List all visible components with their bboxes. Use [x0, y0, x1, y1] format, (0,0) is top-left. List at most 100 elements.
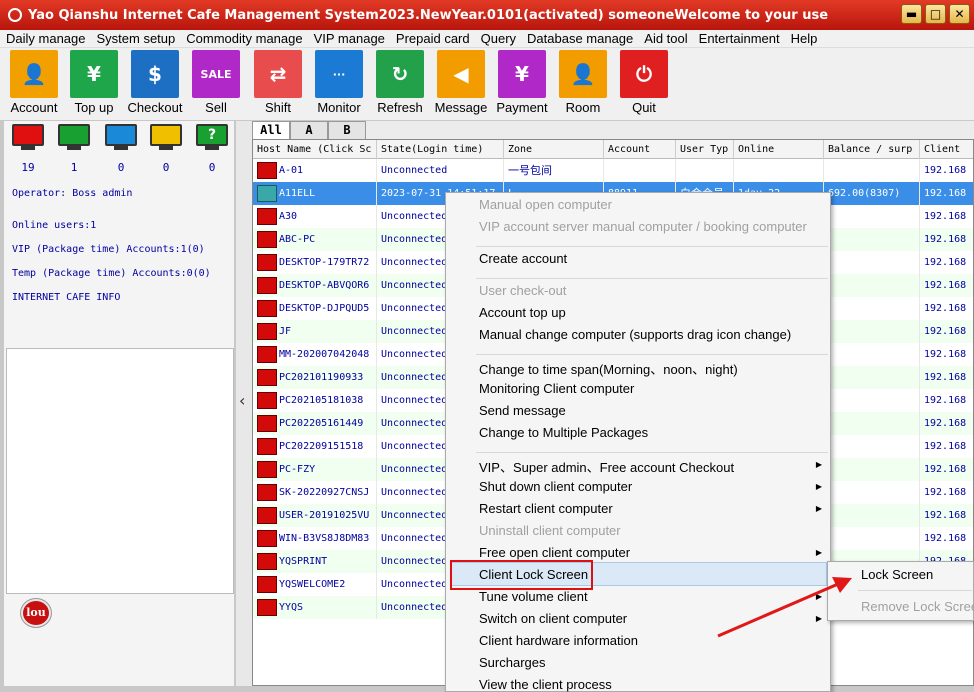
- menu-entertainment[interactable]: Entertainment: [693, 31, 785, 46]
- column-header[interactable]: Account: [604, 140, 676, 159]
- status-monitor-icon[interactable]: [105, 124, 137, 152]
- menu-query[interactable]: Query: [475, 31, 521, 46]
- cell-client: 192.168: [920, 343, 973, 366]
- status-count: 19: [21, 161, 35, 174]
- cell-balance: [824, 481, 920, 504]
- menu-item-free-open-client-computer[interactable]: Free open client computer: [479, 545, 630, 560]
- cell-zone: 一号包间: [504, 159, 604, 182]
- cell-balance: [824, 412, 920, 435]
- computer-icon: [257, 507, 277, 524]
- sell-button[interactable]: SALE Sell: [188, 50, 244, 115]
- cell-balance: 692.00(8307): [824, 182, 920, 205]
- refresh-button[interactable]: ↻ Refresh: [372, 50, 428, 115]
- menu-item-change-to-multiple-packages[interactable]: Change to Multiple Packages: [479, 425, 648, 440]
- menu-system-setup[interactable]: System setup: [91, 31, 181, 46]
- cell-balance: [824, 274, 920, 297]
- quit-button[interactable]: ⏻ Quit: [616, 50, 672, 115]
- column-header[interactable]: User Typ: [676, 140, 734, 159]
- speaker-icon: ◀: [437, 50, 485, 98]
- menu-item-switch-on-client-computer[interactable]: Switch on client computer: [479, 611, 627, 626]
- cell-client: 192.168: [920, 435, 973, 458]
- menu-vip-manage[interactable]: VIP manage: [308, 31, 390, 46]
- menu-item-create-account[interactable]: Create account: [479, 251, 567, 266]
- column-header[interactable]: Online: [734, 140, 824, 159]
- column-header[interactable]: State(Login time): [377, 140, 504, 159]
- panel-splitter[interactable]: ‹: [236, 121, 252, 686]
- cell-balance: [824, 251, 920, 274]
- menu-separator: [476, 246, 828, 247]
- menu-item-client-hardware-information[interactable]: Client hardware information: [479, 633, 638, 648]
- menu-database-manage[interactable]: Database manage: [521, 31, 638, 46]
- tab-a[interactable]: A: [290, 121, 328, 139]
- monitor-icon: ···: [315, 50, 363, 98]
- menu-item-tune-volume-client[interactable]: Tune volume client: [479, 589, 588, 604]
- column-header[interactable]: Balance / surp: [824, 140, 920, 159]
- checkout-button[interactable]: $ Checkout: [127, 50, 183, 115]
- column-header[interactable]: Client: [920, 140, 973, 159]
- close-button[interactable]: ✕: [949, 4, 970, 24]
- toolbar-label: Shift: [264, 100, 291, 115]
- monitor-stand: [205, 146, 219, 150]
- sale-tag-icon: SALE: [192, 50, 240, 98]
- monitor-button[interactable]: ··· Monitor: [311, 50, 367, 115]
- menu-aid-tool[interactable]: Aid tool: [638, 31, 692, 46]
- menu-item-vip-super-admin-free-account-checkout[interactable]: VIP、Super admin、Free account Checkout: [479, 457, 734, 476]
- status-monitor-icon[interactable]: [12, 124, 44, 152]
- submenu-arrow-icon: ▶: [815, 460, 822, 469]
- cell-client: 192.168: [920, 389, 973, 412]
- cell-state: Unconnected: [377, 159, 504, 182]
- status-monitor-icon[interactable]: [150, 124, 182, 152]
- refresh-icon: ↻: [376, 50, 424, 98]
- cell-client: 192.168: [920, 228, 973, 251]
- computer-icon: [257, 599, 277, 616]
- cell-balance: [824, 159, 920, 182]
- collapse-arrow-icon[interactable]: ‹: [239, 391, 245, 410]
- menu-item-restart-client-computer[interactable]: Restart client computer: [479, 501, 613, 516]
- computer-icon: [257, 461, 277, 478]
- menu-commodity-manage[interactable]: Commodity manage: [180, 31, 307, 46]
- submenu-item-lock-screen[interactable]: Lock Screen: [861, 567, 933, 582]
- menu-item-change-to-time-span-morning-noon-night[interactable]: Change to time span(Morning、noon、night): [479, 359, 738, 378]
- tab-b[interactable]: B: [328, 121, 366, 139]
- operator-label: Operator: Boss admin: [12, 188, 133, 199]
- payment-button[interactable]: ¥ Payment: [494, 50, 550, 115]
- menu-separator: [476, 278, 828, 279]
- shift-button[interactable]: ⇄ Shift: [250, 50, 306, 115]
- top-up-button[interactable]: ¥ Top up: [66, 50, 122, 115]
- status-monitor-icon[interactable]: [58, 124, 90, 152]
- cell-account: [604, 159, 676, 182]
- menu-item-account-top-up[interactable]: Account top up: [479, 305, 566, 320]
- submenu-item-remove-lock-screen: Remove Lock Screen: [861, 599, 974, 614]
- column-header[interactable]: Zone: [504, 140, 604, 159]
- cell-client: 192.168: [920, 274, 973, 297]
- cafe-info-link[interactable]: INTERNET CAFE INFO: [12, 292, 120, 303]
- room-button[interactable]: 👤 Room: [555, 50, 611, 115]
- context-menu: Manual open computer VIP account server m…: [445, 192, 831, 692]
- menu-item-client-lock-screen[interactable]: Client Lock Screen: [479, 567, 588, 582]
- menu-item-monitoring-client-computer[interactable]: Monitoring Client computer: [479, 381, 634, 396]
- menu-help[interactable]: Help: [785, 31, 823, 46]
- tab-all[interactable]: All: [252, 121, 290, 139]
- computer-icon: [257, 208, 277, 225]
- menu-daily-manage[interactable]: Daily manage: [0, 31, 91, 46]
- menu-item-send-message[interactable]: Send message: [479, 403, 566, 418]
- menu-item-shut-down-client-computer[interactable]: Shut down client computer: [479, 479, 632, 494]
- cell-client: 192.168: [920, 251, 973, 274]
- menu-item-view-the-client-process[interactable]: View the client process: [479, 677, 612, 692]
- monitor-screen: ?: [196, 124, 228, 146]
- table-row[interactable]: A-01 Unconnected 一号包间 192.168: [253, 159, 973, 182]
- menu-item-manual-change-computer-supports-drag-icon-change[interactable]: Manual change computer (supports drag ic…: [479, 327, 791, 342]
- menu-prepaid-card[interactable]: Prepaid card: [390, 31, 475, 46]
- cell-online: [734, 159, 824, 182]
- submenu-arrow-icon: ▶: [815, 504, 822, 513]
- computer-icon: [257, 553, 277, 570]
- minimize-button[interactable]: ▬: [901, 4, 922, 24]
- submenu-arrow-icon: ▶: [815, 548, 822, 557]
- menu-item-surcharges[interactable]: Surcharges: [479, 655, 545, 670]
- message-button[interactable]: ◀ Message: [433, 50, 489, 115]
- account-button[interactable]: 👤 Account: [6, 50, 62, 115]
- monitor-screen: [58, 124, 90, 146]
- status-monitor-icon[interactable]: ?: [196, 124, 228, 152]
- maximize-button[interactable]: □: [925, 4, 946, 24]
- column-header[interactable]: Host Name (Click Sc: [253, 140, 377, 159]
